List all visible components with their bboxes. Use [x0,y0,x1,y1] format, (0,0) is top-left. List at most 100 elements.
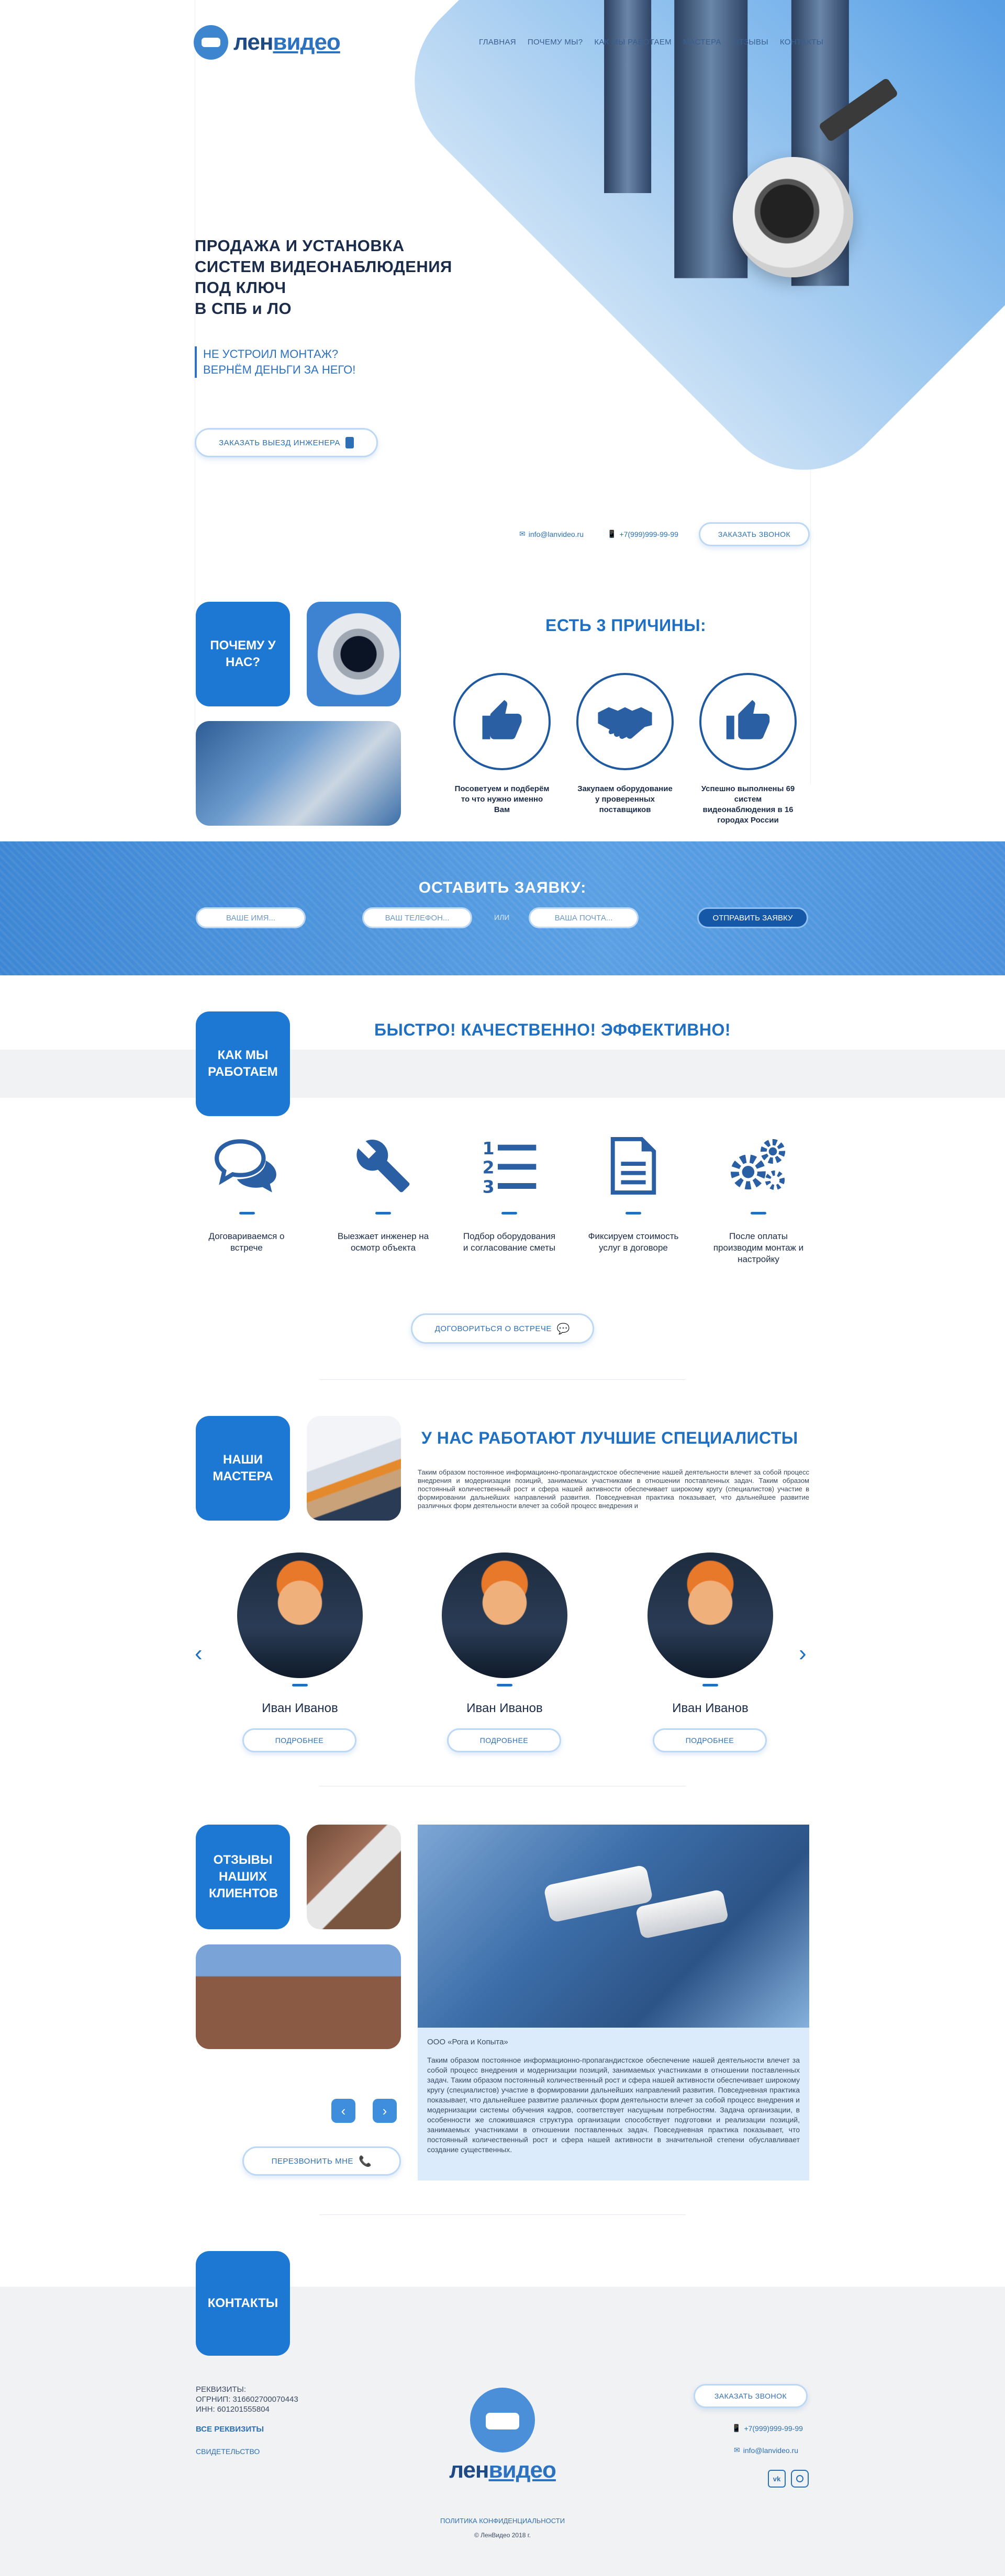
review-company: ООО «Рога и Копыта» [427,2038,508,2046]
certificate-link[interactable]: СВИДЕТЕЛЬСТВО [196,2447,260,2457]
review-next-button[interactable]: › [373,2099,397,2123]
nav-home[interactable]: ГЛАВНАЯ [479,38,516,47]
step-icon-wrap: 123 [470,1134,549,1197]
reason-caption: Успешно выполнены 69 систем видеонаблюде… [701,784,795,825]
arrange-meeting-button[interactable]: ДОГОВОРИТЬСЯ О ВСТРЕЧЕ 💬 [411,1313,594,1344]
hero-image [377,0,1005,507]
order-engineer-button[interactable]: ЗАКАЗАТЬ ВЫЕЗД ИНЖЕНЕРА [195,428,378,457]
review-photo [418,1825,809,2028]
cameras-photo [196,721,401,826]
nav-why[interactable]: ПОЧЕМУ МЫ? [528,38,583,47]
nav-reviews[interactable]: ОТЗЫВЫ [733,38,768,47]
review-card: ООО «Рога и Копыта» Таким образом постоя… [418,1825,809,2180]
masters-tile: НАШИ МАСТЕРА [196,1416,290,1521]
master-name: Иван Иванов [672,1701,749,1715]
divider [319,1379,686,1380]
instagram-icon[interactable] [791,2470,809,2488]
nav-how[interactable]: КАК МЫ РАБОТАЕМ [594,38,672,47]
vk-icon[interactable]: vk [768,2470,786,2488]
reason-caption: Посоветуем и подберём то что нужно именн… [454,784,550,814]
master-more-button[interactable]: ПОДРОБНЕЕ [242,1728,356,1752]
privacy-link[interactable]: ПОЛИТИКА КОНФИДЕНЦИАЛЬНОСТИ [0,2517,1005,2525]
step-dash [751,1212,766,1214]
step-icon-wrap [207,1134,286,1197]
nav-masters[interactable]: МАСТЕРА [683,38,721,47]
master-more-button[interactable]: ПОДРОБНЕЕ [447,1728,561,1752]
next-arrow-icon[interactable]: › [799,1640,807,1667]
step-caption: После оплаты производим монтаж и настрой… [713,1231,804,1264]
copyright: © ЛенВидео 2018 г. [474,2532,531,2539]
like-icon [726,700,770,739]
wall-camera-photo [307,1825,401,1929]
page: ленвидео ГЛАВНАЯ ПОЧЕМУ МЫ? КАК МЫ РАБОТ… [0,0,1005,2576]
master-more-button[interactable]: ПОДРОБНЕЕ [653,1728,767,1752]
review-prev-button[interactable]: ‹ [331,2099,355,2123]
chat-bubbles-icon [215,1139,276,1193]
reason-icon [576,673,674,770]
hero-email[interactable]: ✉ info@lanvideo.ru [519,530,584,538]
reason-icon [699,673,797,770]
reason-caption: Закупаем оборудование у проверенных пост… [577,784,673,814]
mail-icon: ✉ [734,2446,740,2454]
main-nav: ГЛАВНАЯ ПОЧЕМУ МЫ? КАК МЫ РАБОТАЕМ МАСТЕ… [479,38,823,47]
logo-text: ленвидео [233,29,341,55]
how-title: БЫСТРО! КАЧЕСТВЕННО! ЭФФЕКТИВНО! [374,1020,731,1039]
call-me-button[interactable]: ПЕРЕЗВОНИТЬ МНЕ 📞 [242,2146,401,2176]
gears-icon [730,1139,786,1190]
master-dash [497,1684,512,1686]
step-caption: Фиксируем стоимость услуг в договоре [588,1231,679,1253]
nav-contacts[interactable]: КОНТАКТЫ [780,38,823,47]
phone-input[interactable]: ВАШ ТЕЛЕФОН... [362,907,472,928]
footer-logo-text: ленвидео [449,2457,556,2483]
master-dash [292,1684,308,1686]
footer-email[interactable]: ✉ info@lanvideo.ru [734,2446,798,2455]
or-label: ИЛИ [494,913,510,921]
masters-intro: Таким образом постоянное информационно-п… [418,1468,809,1510]
master-dash [702,1684,718,1686]
master-name: Иван Иванов [262,1701,338,1715]
footer-phone[interactable]: 📱 +7(999)999-99-99 [732,2424,803,2433]
review-body: ООО «Рога и Копыта» Таким образом постоя… [418,2028,809,2180]
requisites: РЕКВИЗИТЫ: ОГРНИП: 316602700070443 ИНН: … [196,2385,298,2414]
request-band [0,841,1005,975]
footer-logo-icon [470,2388,535,2453]
step-icon-wrap [344,1134,422,1197]
review-text: Таким образом постоянное информационно-п… [427,2056,800,2154]
mail-icon: ✉ [519,530,526,538]
master-avatar [647,1553,773,1678]
calculator-icon [345,437,354,448]
installer-photo [307,1416,401,1521]
step-dash [626,1212,641,1214]
step-caption: Выезжает инженер на осмотр объекта [337,1231,429,1253]
step-dash [501,1212,517,1214]
submit-request-button[interactable]: ОТПРАВИТЬ ЗАЯВКУ [697,907,808,928]
step-dash [239,1212,255,1214]
logo[interactable]: ленвидео [194,25,341,60]
hero-title: ПРОДАЖА И УСТАНОВКА СИСТЕМ ВИДЕОНАБЛЮДЕН… [195,237,452,318]
prev-arrow-icon[interactable]: ‹ [195,1640,203,1667]
building [604,0,652,194]
request-title: ОСТАВИТЬ ЗАЯВКУ: [418,879,587,896]
step-icon-wrap [594,1134,673,1197]
wrench-icon [356,1140,410,1193]
chat-icon: 💬 [556,1323,571,1335]
building-cameras-photo [196,1944,401,2049]
masters-title: У НАС РАБОТАЮТ ЛУЧШИЕ СПЕЦИАЛИСТЫ [421,1428,798,1447]
order-call-button[interactable]: ЗАКАЗАТЬ ЗВОНОК [699,522,810,546]
master-name: Иван Иванов [466,1701,543,1715]
hero-phone[interactable]: 📱 +7(999)999-99-99 [607,530,678,538]
footer-order-call-button[interactable]: ЗАКАЗАТЬ ЗВОНОК [694,2384,808,2408]
contacts-tile: КОНТАКТЫ [196,2251,290,2356]
camera-photo [307,602,401,706]
svg-text:2: 2 [483,1157,495,1178]
name-input[interactable]: ВАШЕ ИМЯ... [196,907,306,928]
reason-icon [453,673,551,770]
gray-band [0,1050,1005,1098]
step-icon-wrap [719,1134,798,1197]
divider [319,2214,686,2215]
step-caption: Подбор оборудования и согласование сметы [463,1231,556,1253]
how-tile: КАК МЫ РАБОТАЕМ [196,1011,290,1116]
thumbs-up-icon [482,700,522,739]
all-requisites-link[interactable]: ВСЕ РЕКВИЗИТЫ [196,2424,264,2434]
email-input[interactable]: ВАША ПОЧТА... [529,907,639,928]
